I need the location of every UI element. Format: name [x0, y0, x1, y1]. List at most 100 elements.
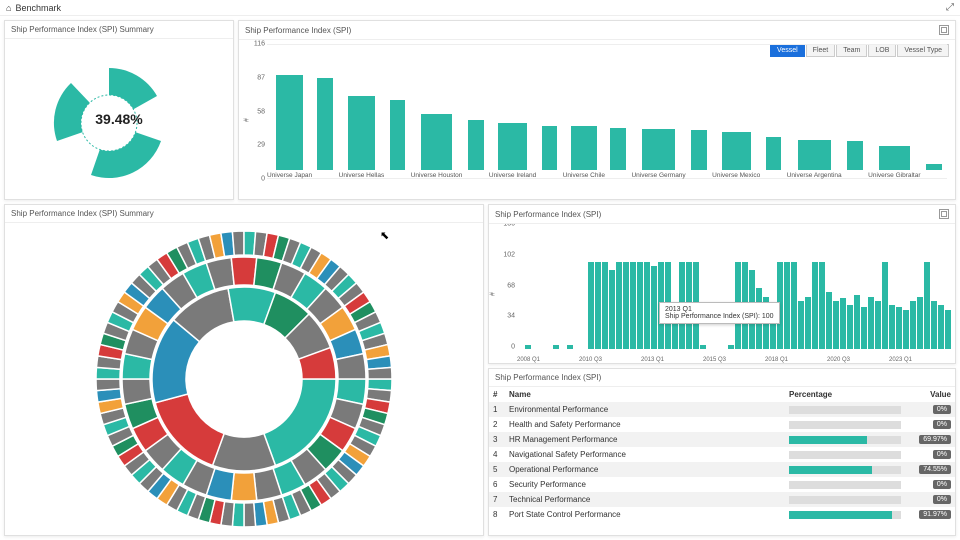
- bar[interactable]: [348, 96, 375, 171]
- progress-bar: [789, 421, 901, 429]
- progress-bar: [789, 481, 901, 489]
- bar[interactable]: [868, 297, 874, 350]
- app-title: Benchmark: [15, 3, 61, 13]
- bar[interactable]: [784, 262, 790, 350]
- bar[interactable]: [798, 140, 831, 170]
- bar[interactable]: [896, 307, 902, 349]
- table-row[interactable]: 8Port State Control Performance91.97%: [489, 507, 955, 522]
- bar[interactable]: [390, 100, 406, 170]
- bar[interactable]: [910, 301, 916, 349]
- table-row[interactable]: 1Environmental Performance0%: [489, 402, 955, 417]
- bar[interactable]: [651, 266, 657, 349]
- bar[interactable]: [840, 298, 846, 349]
- bar[interactable]: [791, 262, 797, 350]
- panel-title: Ship Performance Index (SPI): [495, 373, 601, 382]
- bar[interactable]: [609, 270, 615, 349]
- bar[interactable]: [610, 128, 626, 170]
- value-badge: 0%: [933, 405, 951, 414]
- vessel-bar-chart: # 0 29 58 87 116 Universe JapanUniverse …: [243, 44, 951, 195]
- value-badge: 91.97%: [919, 510, 951, 519]
- bar[interactable]: [847, 305, 853, 349]
- bar[interactable]: [623, 262, 629, 350]
- bar[interactable]: [826, 292, 832, 349]
- bar[interactable]: [567, 345, 573, 349]
- bar[interactable]: [903, 310, 909, 349]
- bar[interactable]: [722, 132, 751, 170]
- value-badge: 0%: [933, 480, 951, 489]
- progress-bar: [789, 496, 901, 504]
- bar[interactable]: [602, 262, 608, 350]
- bar[interactable]: [498, 123, 526, 170]
- chart-tooltip: 2013 Q1 Ship Performance Index (SPI): 10…: [659, 302, 780, 324]
- bar[interactable]: [595, 262, 601, 350]
- bar[interactable]: [542, 126, 558, 170]
- sunburst-segment[interactable]: [244, 503, 256, 527]
- sunburst-segment[interactable]: [231, 472, 257, 501]
- table-row[interactable]: 7Technical Performance0%: [489, 492, 955, 507]
- bar[interactable]: [700, 345, 706, 349]
- value-badge: 0%: [933, 450, 951, 459]
- panel-title: Ship Performance Index (SPI) Summary: [11, 25, 154, 34]
- table-row[interactable]: 6Security Performance0%: [489, 477, 955, 492]
- bar[interactable]: [525, 345, 531, 349]
- panel-title: Ship Performance Index (SPI): [495, 210, 601, 219]
- bar[interactable]: [861, 307, 867, 349]
- bar[interactable]: [805, 297, 811, 350]
- gear-icon[interactable]: [939, 209, 949, 219]
- bar[interactable]: [728, 345, 734, 349]
- bar[interactable]: [854, 295, 860, 349]
- sunburst-segment[interactable]: [232, 231, 244, 255]
- panel-title: Ship Performance Index (SPI): [245, 26, 351, 35]
- bar[interactable]: [924, 262, 930, 350]
- bar[interactable]: [879, 146, 910, 170]
- col-name: Name: [505, 387, 785, 402]
- panel-spi-sunburst: Ship Performance Index (SPI) Summary ⬉: [4, 204, 484, 536]
- bar[interactable]: [833, 301, 839, 349]
- gear-icon[interactable]: [939, 25, 949, 35]
- bar[interactable]: [317, 78, 333, 170]
- bar[interactable]: [672, 323, 678, 349]
- bar[interactable]: [945, 310, 951, 349]
- bar[interactable]: [917, 297, 923, 350]
- bar[interactable]: [637, 262, 643, 350]
- table-row[interactable]: 3HR Management Performance69.97%: [489, 432, 955, 447]
- expand-icon[interactable]: ⤢: [946, 2, 954, 13]
- bar[interactable]: [276, 75, 303, 170]
- progress-bar: [789, 511, 901, 519]
- app-titlebar: ⌂ Benchmark ⤢: [0, 0, 960, 16]
- progress-bar: [789, 436, 901, 444]
- panel-spi-table: Ship Performance Index (SPI) # Name Perc…: [488, 368, 956, 536]
- bar[interactable]: [938, 305, 944, 349]
- bar[interactable]: [819, 262, 825, 350]
- bar[interactable]: [875, 301, 881, 349]
- bar[interactable]: [642, 129, 675, 170]
- sunburst-segment[interactable]: [96, 379, 120, 391]
- bar[interactable]: [798, 301, 804, 349]
- bar[interactable]: [812, 262, 818, 350]
- progress-bar: [789, 466, 901, 474]
- bar[interactable]: [553, 345, 559, 349]
- bar[interactable]: [630, 262, 636, 350]
- table-row[interactable]: 5Operational Performance74.55%: [489, 462, 955, 477]
- bar[interactable]: [588, 262, 594, 350]
- bar[interactable]: [644, 262, 650, 350]
- sunburst-segment[interactable]: [368, 367, 392, 379]
- table-row[interactable]: 2Health and Safety Performance0%: [489, 417, 955, 432]
- col-num: #: [489, 387, 505, 402]
- panel-spi-quarterly: Ship Performance Index (SPI) # 0 34 68 1…: [488, 204, 956, 364]
- bar[interactable]: [926, 164, 942, 170]
- bar[interactable]: [766, 137, 782, 170]
- bar[interactable]: [571, 126, 596, 170]
- sunburst-segment[interactable]: [231, 257, 257, 286]
- progress-bar: [789, 406, 901, 414]
- bar[interactable]: [882, 262, 888, 350]
- bar[interactable]: [616, 262, 622, 350]
- bar[interactable]: [468, 120, 484, 170]
- value-badge: 0%: [933, 420, 951, 429]
- bar[interactable]: [931, 301, 937, 349]
- bar[interactable]: [421, 114, 452, 170]
- bar[interactable]: [847, 141, 863, 170]
- bar[interactable]: [889, 305, 895, 349]
- bar[interactable]: [691, 130, 707, 170]
- table-row[interactable]: 4Navigational Safety Performance0%: [489, 447, 955, 462]
